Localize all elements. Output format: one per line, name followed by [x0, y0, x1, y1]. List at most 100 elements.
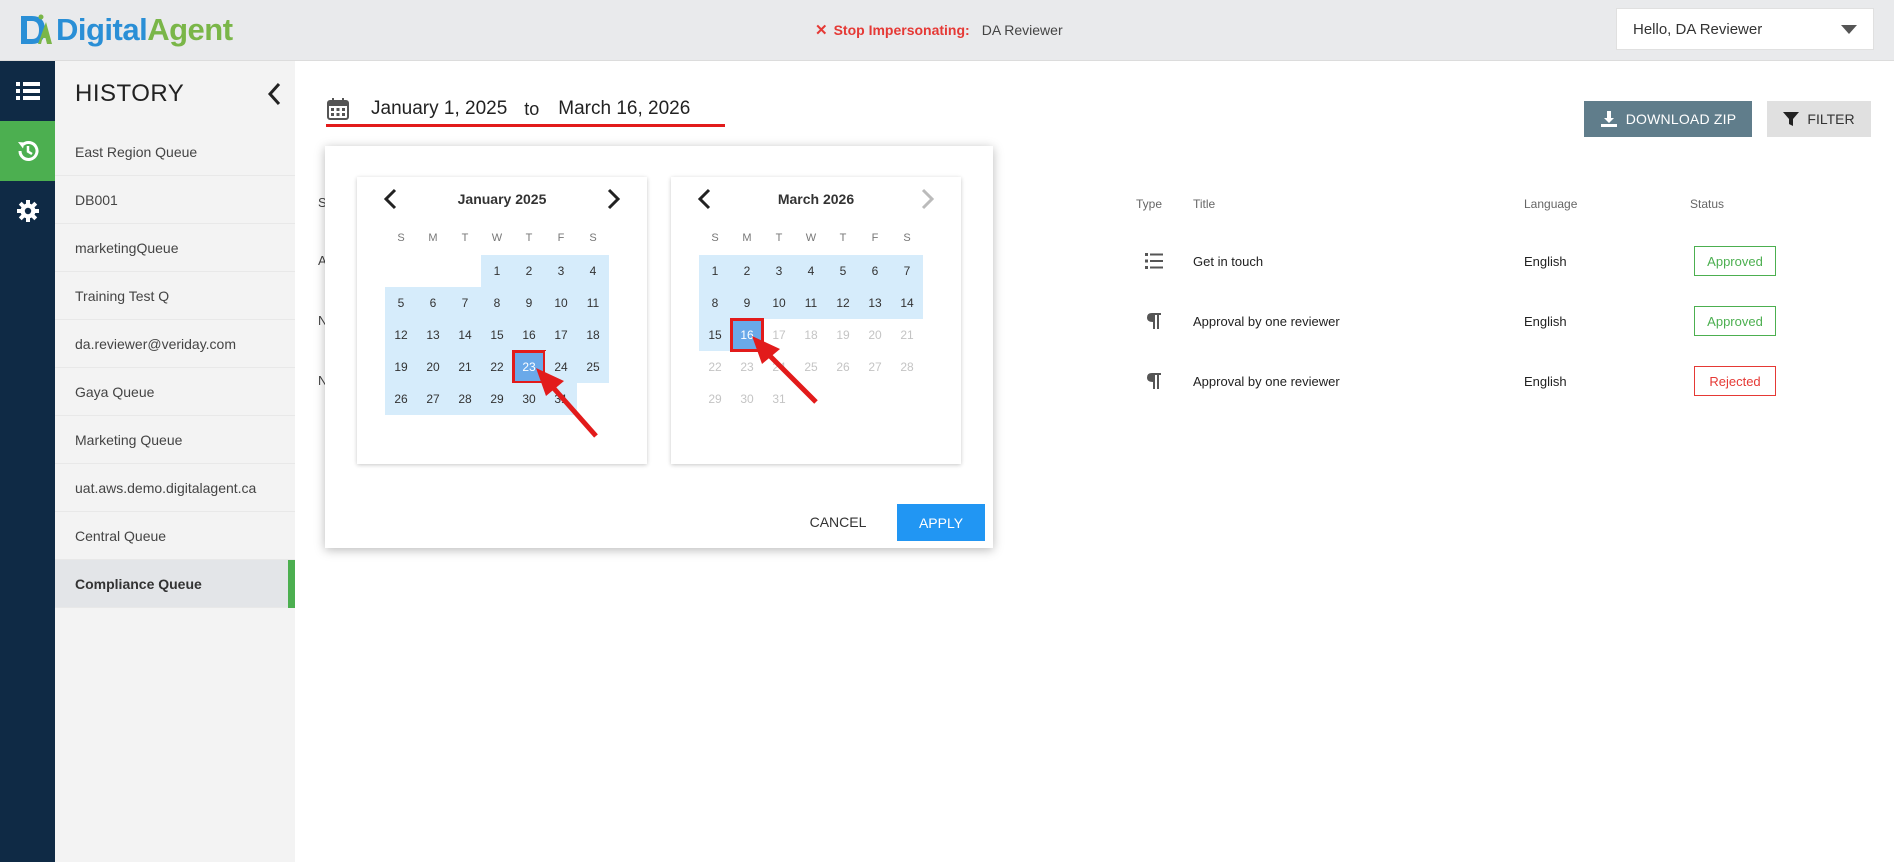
- sidebar-item[interactable]: marketingQueue: [55, 224, 295, 272]
- calendar-day[interactable]: 9: [513, 287, 545, 319]
- annotation-arrow-icon: [752, 336, 818, 404]
- calendar-day[interactable]: 11: [577, 287, 609, 319]
- calendar-day[interactable]: 18: [577, 319, 609, 351]
- sidebar-item[interactable]: DB001: [55, 176, 295, 224]
- calendar-day[interactable]: 2: [731, 255, 763, 287]
- paragraph-icon: [1147, 373, 1161, 389]
- column-header-title[interactable]: Title: [1193, 197, 1215, 211]
- calendar-day[interactable]: 4: [577, 255, 609, 287]
- weekday-label: S: [903, 232, 911, 244]
- calendar-day[interactable]: 27: [417, 383, 449, 415]
- calendar-day[interactable]: 4: [795, 255, 827, 287]
- calendar-day[interactable]: 28: [449, 383, 481, 415]
- calendar-day[interactable]: 5: [385, 287, 417, 319]
- calendar-day[interactable]: 7: [449, 287, 481, 319]
- sidebar-item[interactable]: uat.aws.demo.digitalagent.ca: [55, 464, 295, 512]
- calendar-icon: [327, 98, 349, 120]
- calendar-day[interactable]: 7: [891, 255, 923, 287]
- calendar-day[interactable]: 21: [449, 351, 481, 383]
- calendar-day[interactable]: 10: [763, 287, 795, 319]
- status-badge: Approved: [1694, 246, 1776, 276]
- download-zip-button[interactable]: DOWNLOAD ZIP: [1584, 101, 1752, 137]
- calendar-day[interactable]: 13: [417, 319, 449, 351]
- calendar-day[interactable]: 1: [481, 255, 513, 287]
- column-header-type[interactable]: Type: [1136, 197, 1162, 211]
- calendar-day[interactable]: 20: [417, 351, 449, 383]
- calendar-day[interactable]: 8: [481, 287, 513, 319]
- calendar-day[interactable]: 9: [731, 287, 763, 319]
- calendar-day: 26: [836, 360, 850, 374]
- column-header-status[interactable]: Status: [1690, 197, 1724, 211]
- app-header: DigitalAgent ✕ Stop Impersonating: DA Re…: [0, 0, 1894, 61]
- impersonated-user: DA Reviewer: [981, 22, 1063, 38]
- sidebar-item[interactable]: Compliance Queue: [55, 560, 295, 608]
- weekday-label: W: [805, 232, 817, 244]
- chevron-right-icon: [921, 188, 935, 210]
- calendar-day[interactable]: 3: [545, 255, 577, 287]
- collapse-sidebar-button[interactable]: [262, 79, 286, 109]
- sidebar-item[interactable]: East Region Queue: [55, 128, 295, 176]
- calendar-day[interactable]: 16: [513, 319, 545, 351]
- calendar-day[interactable]: 14: [891, 287, 923, 319]
- weekday-label: W: [491, 232, 503, 244]
- list-icon: [1145, 253, 1163, 269]
- calendar-day[interactable]: 12: [827, 287, 859, 319]
- calendar-day[interactable]: 29: [481, 383, 513, 415]
- weekday-label: M: [742, 232, 752, 244]
- calendar-day[interactable]: 2: [513, 255, 545, 287]
- calendar-day[interactable]: 14: [449, 319, 481, 351]
- history-button[interactable]: [0, 121, 55, 181]
- sidebar-item[interactable]: Marketing Queue: [55, 416, 295, 464]
- calendar-day[interactable]: 17: [545, 319, 577, 351]
- sidebar-title: HISTORY: [75, 80, 185, 107]
- cancel-button[interactable]: CANCEL: [803, 504, 873, 540]
- list-menu-button[interactable]: [0, 61, 55, 121]
- calendar-day[interactable]: 1: [699, 255, 731, 287]
- calendar-day[interactable]: 13: [859, 287, 891, 319]
- sidebar-item[interactable]: Gaya Queue: [55, 368, 295, 416]
- calendar-day[interactable]: 15: [481, 319, 513, 351]
- calendar-day[interactable]: 11: [795, 287, 827, 319]
- calendar-day[interactable]: 8: [699, 287, 731, 319]
- sidebar-item[interactable]: Central Queue: [55, 512, 295, 560]
- filter-label: FILTER: [1807, 111, 1855, 127]
- settings-button[interactable]: [0, 181, 55, 241]
- sidebar-item[interactable]: da.reviewer@veriday.com: [55, 320, 295, 368]
- logo-text-digital: Digital: [56, 12, 148, 47]
- weekday-label: S: [589, 232, 597, 244]
- weekday-label: S: [397, 232, 405, 244]
- logo-text-agent: Agent: [147, 12, 233, 47]
- sidebar-item[interactable]: Training Test Q: [55, 272, 295, 320]
- calendar-day[interactable]: 12: [385, 319, 417, 351]
- chevron-right-icon: [607, 188, 621, 210]
- row-title[interactable]: Approval by one reviewer: [1193, 374, 1340, 389]
- row-title[interactable]: Approval by one reviewer: [1193, 314, 1340, 329]
- user-menu[interactable]: Hello, DA Reviewer: [1616, 8, 1874, 50]
- end-date-text: March 16, 2026: [558, 98, 691, 119]
- calendar-day[interactable]: 19: [385, 351, 417, 383]
- chevron-left-icon: [267, 82, 281, 106]
- calendar-day[interactable]: 3: [763, 255, 795, 287]
- next-month-button[interactable]: [601, 187, 625, 211]
- logo-text: DigitalAgent: [56, 12, 233, 48]
- filter-icon: [1783, 112, 1800, 126]
- column-header-language[interactable]: Language: [1524, 197, 1577, 211]
- status-badge: Approved: [1694, 306, 1776, 336]
- date-range-input[interactable]: January 1, 2025 to March 16, 2026: [326, 94, 725, 127]
- stop-impersonating-label[interactable]: Stop Impersonating:: [834, 22, 970, 38]
- calendar-day[interactable]: 6: [417, 287, 449, 319]
- calendar-day[interactable]: 5: [827, 255, 859, 287]
- calendar-day[interactable]: 22: [481, 351, 513, 383]
- stop-impersonating[interactable]: ✕ Stop Impersonating: DA Reviewer: [815, 21, 1063, 39]
- download-icon: [1600, 111, 1617, 127]
- row-title[interactable]: Get in touch: [1193, 254, 1263, 269]
- calendar-day[interactable]: 10: [545, 287, 577, 319]
- apply-button[interactable]: APPLY: [897, 504, 985, 541]
- filter-button[interactable]: FILTER: [1767, 101, 1871, 137]
- weekday-label: T: [775, 232, 783, 244]
- digitalagent-logo[interactable]: DigitalAgent: [18, 10, 233, 50]
- calendar-day[interactable]: 26: [385, 383, 417, 415]
- calendar-day[interactable]: 15: [699, 319, 731, 351]
- calendar-day[interactable]: 6: [859, 255, 891, 287]
- annotation-arrow-icon: [536, 368, 598, 438]
